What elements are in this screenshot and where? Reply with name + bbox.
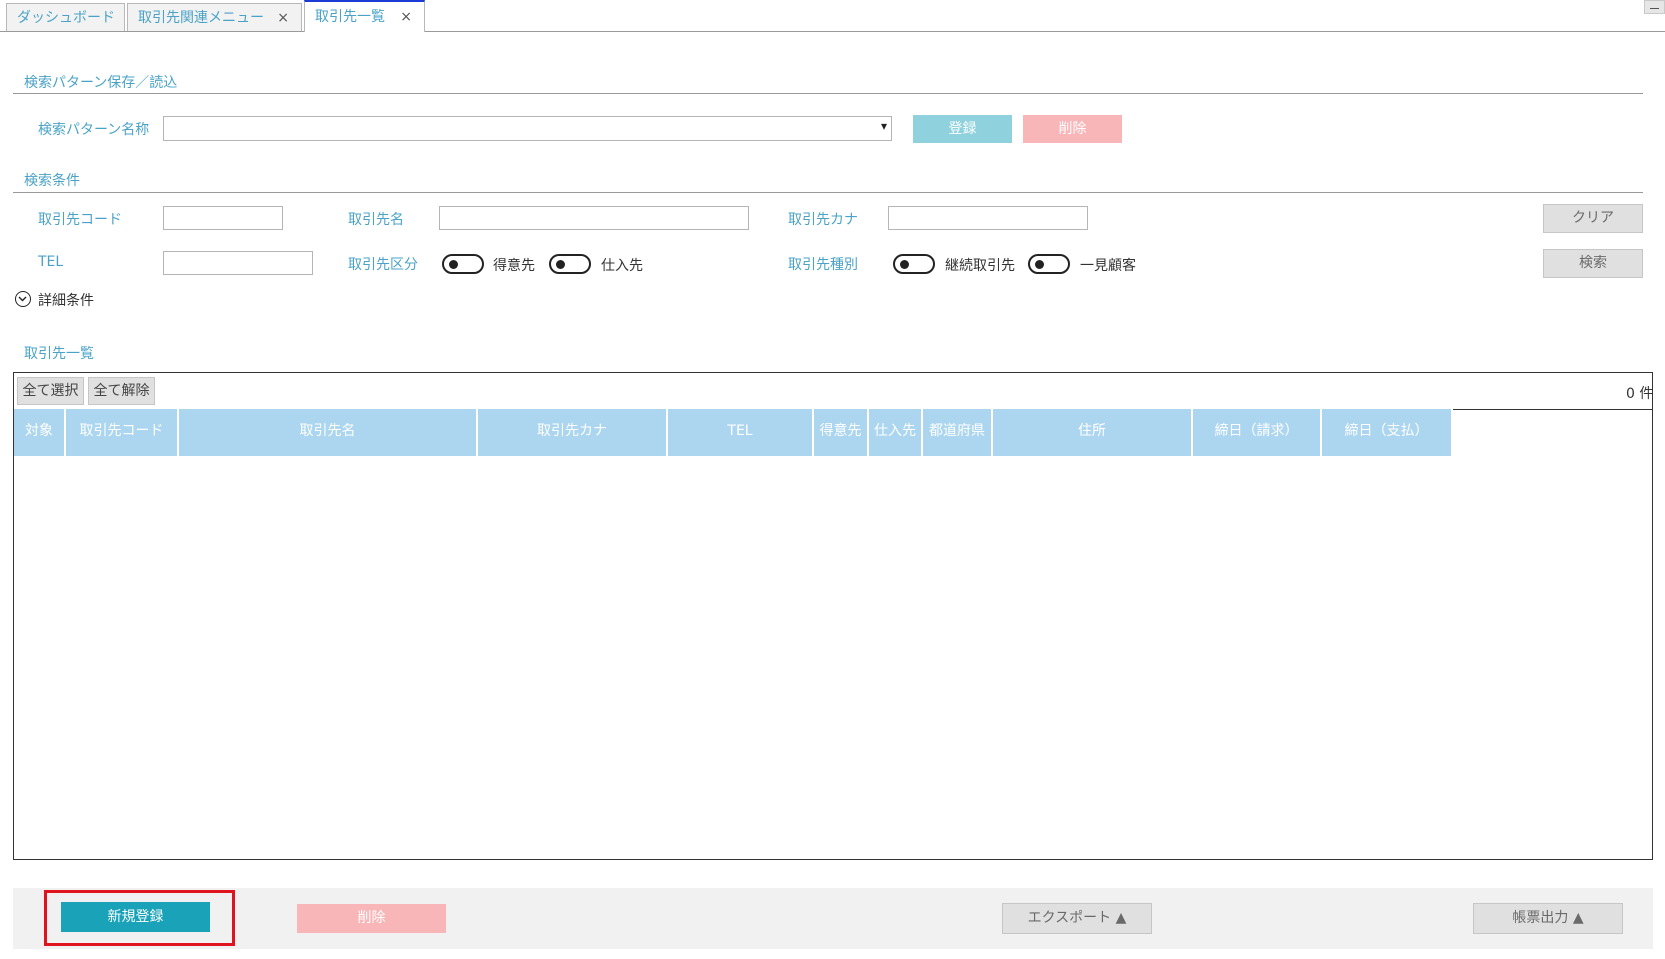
minimize-icon[interactable] — [1644, 0, 1665, 14]
tab-label: 取引先関連メニュー — [138, 10, 264, 26]
close-icon[interactable]: × — [277, 4, 289, 32]
tab-label: ダッシュボード — [17, 10, 115, 26]
search-button[interactable]: 検索 — [1543, 249, 1643, 278]
column-header-billing-close[interactable]: 締日（請求） — [1193, 409, 1322, 456]
footer-bar — [13, 888, 1653, 949]
tab-supplier-list[interactable]: 取引先一覧 × — [304, 0, 425, 32]
column-header-tel[interactable]: TEL — [668, 409, 814, 456]
footer-delete-button[interactable]: 削除 — [297, 904, 446, 933]
pattern-section-title: 検索パターン保存／読込 — [24, 75, 178, 91]
customer-toggle-label: 得意先 — [493, 258, 535, 274]
detail-conditions-toggle[interactable]: 詳細条件 — [38, 290, 94, 310]
supplier-kana-input[interactable] — [888, 206, 1088, 230]
pattern-delete-button[interactable]: 削除 — [1023, 115, 1122, 143]
divider — [13, 93, 1643, 94]
column-header-name[interactable]: 取引先名 — [179, 409, 478, 456]
close-icon[interactable]: × — [400, 2, 412, 32]
expand-circle-icon[interactable] — [15, 291, 31, 307]
supplier-name-label: 取引先名 — [348, 212, 404, 228]
tab-related-menu[interactable]: 取引先関連メニュー × — [127, 3, 302, 31]
clear-button[interactable]: クリア — [1543, 204, 1643, 233]
result-count: 0 件 — [1626, 386, 1654, 402]
tel-label: TEL — [38, 254, 64, 270]
column-header-prefecture[interactable]: 都道府県 — [923, 409, 993, 456]
supplier-name-input[interactable] — [439, 206, 749, 230]
pattern-name-select[interactable]: ▾ — [163, 116, 892, 141]
pattern-name-label: 検索パターン名称 — [38, 122, 150, 138]
column-header-customer[interactable]: 得意先 — [814, 409, 869, 456]
supplier-code-input[interactable] — [163, 206, 283, 230]
column-header-target[interactable]: 対象 — [14, 409, 66, 456]
one-time-toggle[interactable] — [1028, 254, 1070, 274]
supplier-code-label: 取引先コード — [38, 212, 122, 228]
conditions-section-title: 検索条件 — [24, 173, 80, 189]
column-header-kana[interactable]: 取引先カナ — [478, 409, 668, 456]
divider — [13, 192, 1643, 193]
supplier-kubun-label: 取引先区分 — [348, 257, 418, 273]
continuing-toggle[interactable] — [893, 254, 935, 274]
vendor-toggle-label: 仕入先 — [601, 258, 643, 274]
pattern-register-button[interactable]: 登録 — [913, 115, 1012, 143]
select-all-button[interactable]: 全て選択 — [17, 377, 84, 405]
column-header-payment-close[interactable]: 締日（支払） — [1322, 409, 1453, 456]
chevron-down-icon: ▾ — [880, 119, 887, 133]
deselect-all-button[interactable]: 全て解除 — [88, 377, 155, 405]
list-section-title: 取引先一覧 — [24, 346, 94, 362]
tab-dashboard[interactable]: ダッシュボード — [6, 3, 125, 31]
new-register-button[interactable]: 新規登録 — [61, 902, 210, 932]
tab-label: 取引先一覧 — [315, 9, 385, 25]
vendor-toggle[interactable] — [549, 254, 591, 274]
export-button[interactable]: エクスポート ▲ — [1002, 903, 1152, 934]
one-time-toggle-label: 一見顧客 — [1080, 258, 1136, 274]
continuing-toggle-label: 継続取引先 — [945, 258, 1015, 274]
supplier-kana-label: 取引先カナ — [788, 212, 858, 228]
report-output-button[interactable]: 帳票出力 ▲ — [1473, 903, 1623, 934]
column-header-address[interactable]: 住所 — [993, 409, 1193, 456]
supplier-shubetsu-label: 取引先種別 — [788, 257, 858, 273]
column-header-code[interactable]: 取引先コード — [66, 409, 179, 456]
column-header-vendor[interactable]: 仕入先 — [869, 409, 923, 456]
customer-toggle[interactable] — [442, 254, 484, 274]
tel-input[interactable] — [163, 251, 313, 275]
